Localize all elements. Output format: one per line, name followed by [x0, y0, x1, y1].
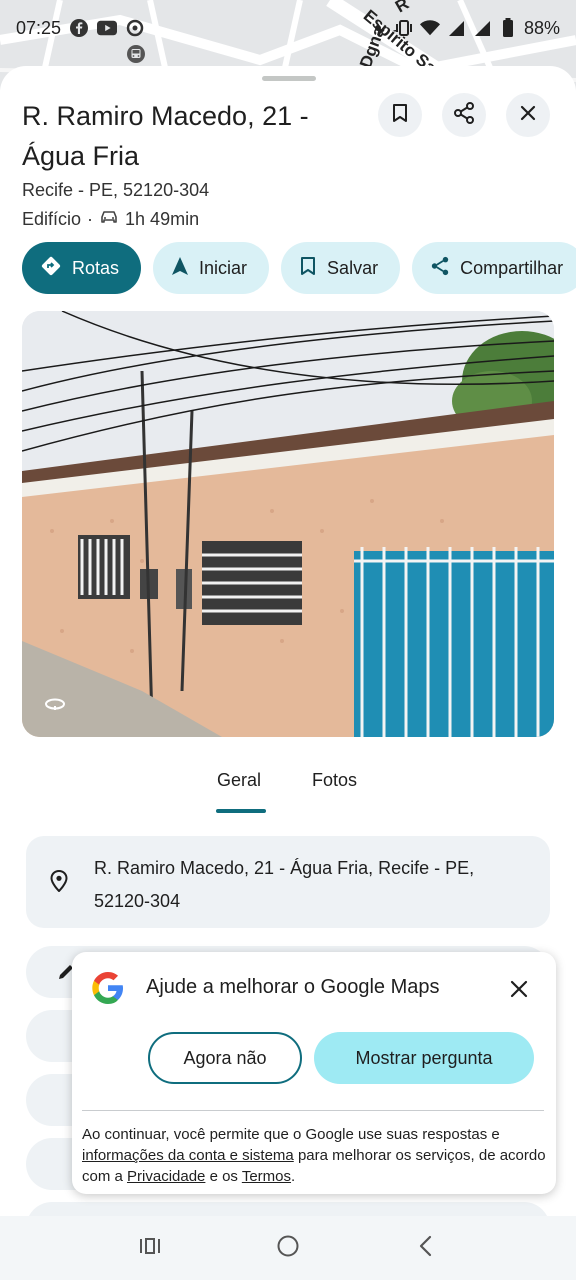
- directions-label: Rotas: [72, 257, 120, 278]
- info-row-5[interactable]: [26, 1202, 550, 1216]
- close-icon: [509, 979, 529, 1004]
- youtube-icon: [97, 18, 118, 38]
- home-icon: [276, 1234, 300, 1263]
- recent-apps-icon: [138, 1236, 162, 1261]
- save-chip-button[interactable]: Salvar: [281, 242, 401, 294]
- signal-icon-2: [472, 18, 492, 38]
- wifi-icon: [419, 18, 440, 38]
- start-button[interactable]: Iniciar: [153, 242, 270, 294]
- address-text: R. Ramiro Macedo, 21 - Água Fria, Recife…: [94, 858, 475, 911]
- place-category: Edifício: [22, 209, 82, 229]
- action-chips: Rotas Iniciar Salvar Compartilhar: [22, 242, 576, 294]
- popup-legal-text: Ao continuar, você permite que o Google …: [82, 1124, 550, 1187]
- place-title: R. Ramiro Macedo, 21 - Água Fria: [22, 101, 309, 171]
- system-nav-bar: [0, 1216, 576, 1280]
- tab-fotos[interactable]: Fotos: [312, 770, 357, 791]
- navigation-arrow-icon: [171, 256, 189, 281]
- share-chip-button[interactable]: Compartilhar: [412, 242, 576, 294]
- legal-text-4: .: [291, 1168, 296, 1185]
- popup-divider: [82, 1110, 544, 1111]
- share-chip-icon: [430, 256, 450, 281]
- privacy-link[interactable]: Privacidade: [127, 1168, 205, 1185]
- address-card[interactable]: R. Ramiro Macedo, 21 - Água Fria, Recife…: [26, 836, 550, 928]
- popup-title: Ajude a melhorar o Google Maps: [146, 976, 440, 998]
- status-time: 07:25: [16, 17, 62, 38]
- maps-icon: [125, 18, 145, 38]
- home-button[interactable]: [274, 1234, 302, 1262]
- vibrate-icon: [394, 18, 414, 38]
- drive-time: 1h 49min: [125, 209, 200, 229]
- start-label: Iniciar: [199, 257, 248, 278]
- back-button[interactable]: [412, 1234, 440, 1262]
- share-label: Compartilhar: [460, 257, 564, 278]
- facebook-icon: [69, 18, 89, 38]
- account-info-link[interactable]: informações da conta e sistema: [82, 1147, 294, 1164]
- legal-text-3: e os: [205, 1168, 242, 1185]
- place-meta: Edifício · 1h 49min: [22, 209, 199, 230]
- tab-bar: Geral Fotos: [0, 754, 576, 816]
- save-label: Salvar: [327, 257, 379, 278]
- popup-close-button[interactable]: [502, 974, 536, 1008]
- close-button[interactable]: [506, 93, 550, 137]
- recent-apps-button[interactable]: [136, 1234, 164, 1262]
- share-icon: [453, 101, 475, 129]
- location-pin-icon: [50, 869, 68, 897]
- directions-icon: [40, 255, 62, 282]
- share-icon-button[interactable]: [442, 93, 486, 137]
- tab-selected-indicator: [216, 809, 266, 813]
- show-question-button[interactable]: Mostrar pergunta: [314, 1032, 534, 1084]
- save-icon-button[interactable]: [378, 93, 422, 137]
- car-icon: [99, 209, 119, 230]
- not-now-button[interactable]: Agora não: [148, 1032, 302, 1084]
- status-bar: 07:25 88%: [0, 0, 576, 56]
- meta-separator: ·: [87, 209, 94, 229]
- notification-dot-icon: [368, 18, 388, 38]
- legal-text-1: Ao continuar, você permite que o Google …: [82, 1126, 500, 1143]
- battery-percentage: 88%: [523, 17, 560, 38]
- tab-geral[interactable]: Geral: [217, 770, 261, 791]
- back-icon: [418, 1235, 434, 1262]
- drag-handle[interactable]: [262, 76, 316, 81]
- close-icon: [520, 105, 536, 126]
- directions-button[interactable]: Rotas: [22, 242, 142, 294]
- signal-icon: [446, 18, 466, 38]
- street-view-360-icon: [44, 697, 66, 716]
- battery-icon: [498, 18, 518, 38]
- terms-link[interactable]: Termos: [242, 1168, 291, 1185]
- bookmark-chip-icon: [299, 256, 317, 281]
- street-view-photo[interactable]: [22, 311, 554, 737]
- bus-icon: [126, 44, 146, 64]
- bookmark-icon: [391, 103, 409, 128]
- google-logo-icon: [90, 970, 126, 1011]
- place-city-line: Recife - PE, 52120-304: [22, 180, 210, 200]
- feedback-popup: Ajude a melhorar o Google Maps Agora não…: [72, 952, 556, 1194]
